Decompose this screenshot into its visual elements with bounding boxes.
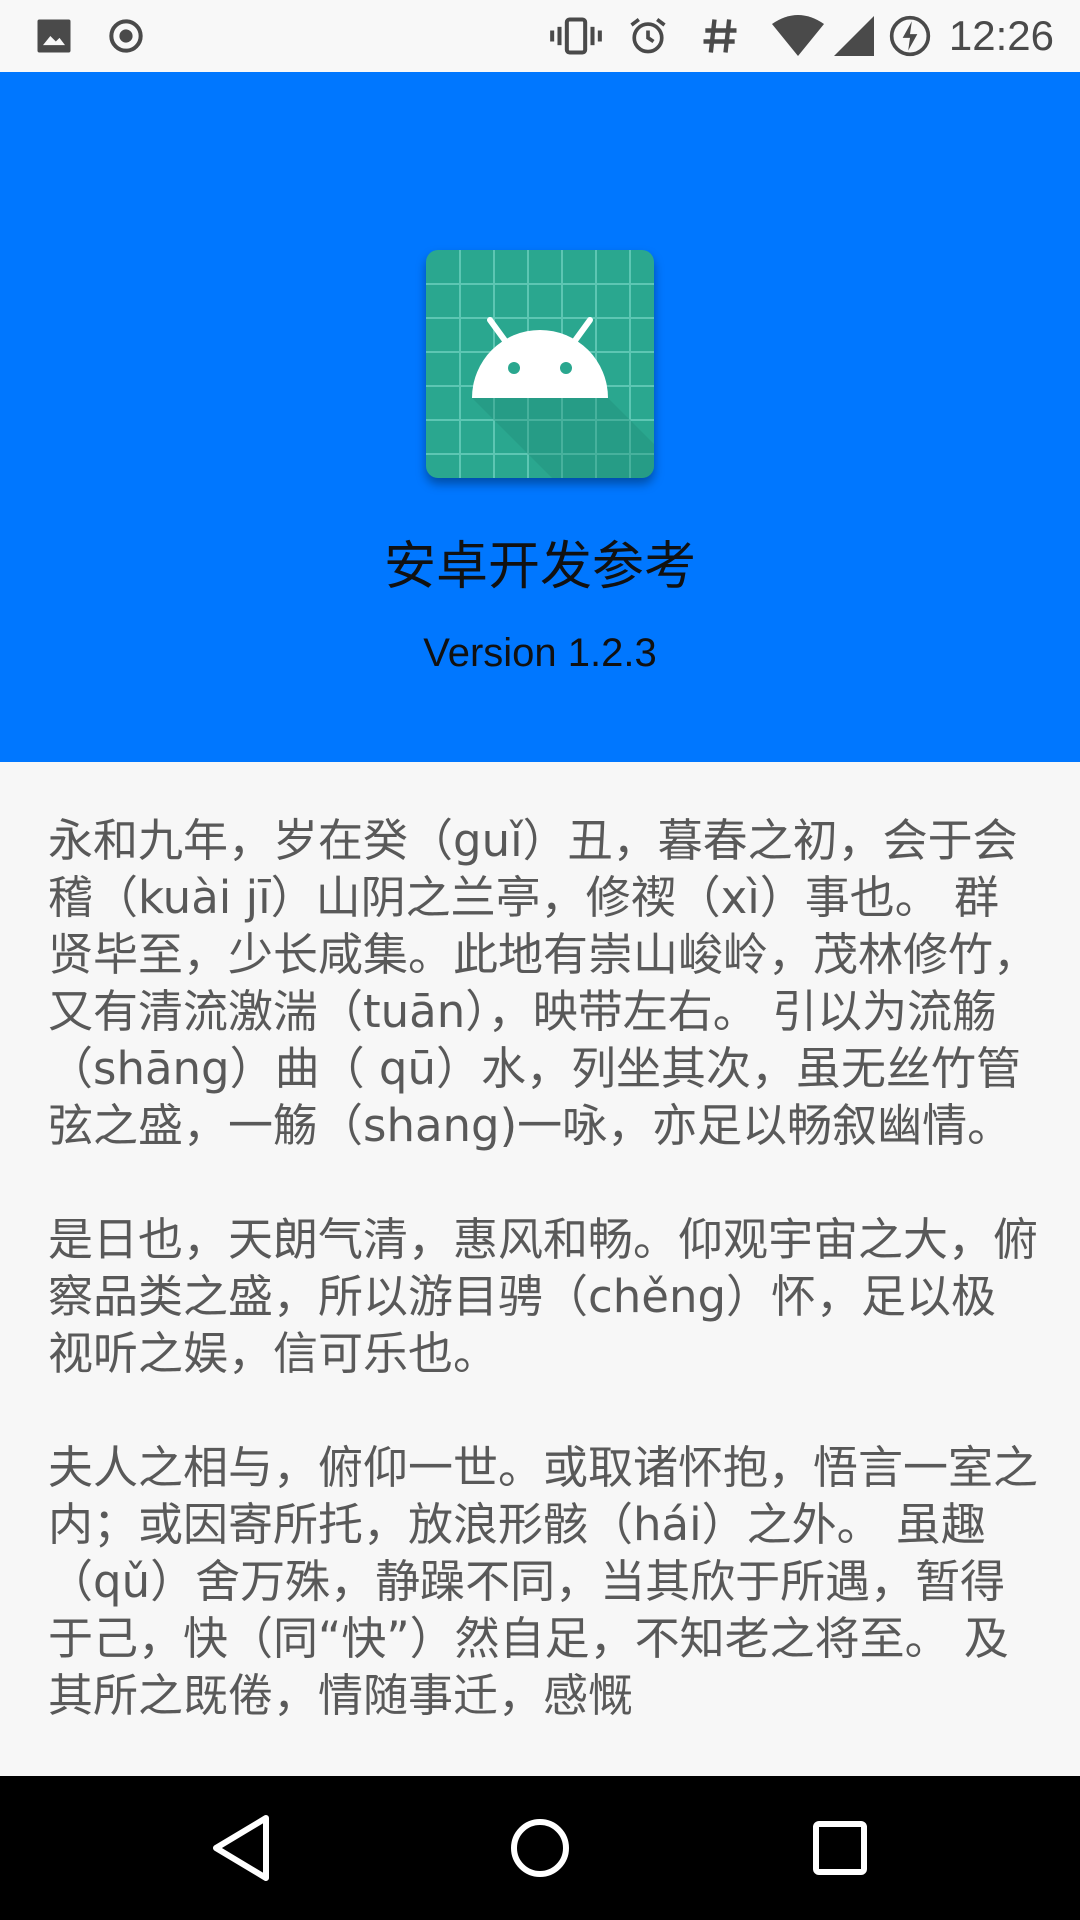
- recents-square-icon[interactable]: [798, 1806, 882, 1890]
- status-time: 12:26: [948, 12, 1054, 59]
- battery-charging-icon: [889, 15, 931, 57]
- app-name: 安卓开发参考: [383, 537, 696, 597]
- signal-icon: [834, 16, 874, 56]
- app-version: Version 1.2.3: [423, 631, 657, 675]
- paragraph: 永和九年，岁在癸（guǐ）丑，暮春之初，会于会稽（kuài jī）山阴之兰亭，修…: [48, 814, 1038, 1152]
- image-icon: [37, 19, 71, 53]
- radio-record-icon: [109, 19, 143, 53]
- vibrate-icon: [550, 17, 602, 55]
- paragraph: 是日也，天朗气清，惠风和畅。仰观宇宙之大，俯察品类之盛，所以游目骋（chěng）…: [48, 1213, 1038, 1380]
- home-circle-icon[interactable]: [498, 1806, 582, 1890]
- alarm-icon: [630, 18, 666, 54]
- wifi-icon: [772, 15, 824, 56]
- status-bar: 12:26: [0, 0, 1080, 72]
- android-app-icon: [426, 250, 654, 478]
- paragraph: 夫人之相与，俯仰一世。或取诸怀抱，悟言一室之内；或因寄所托，放浪形骸（hái）之…: [48, 1441, 1038, 1722]
- navigation-bar: [0, 1776, 1080, 1920]
- app-header: 安卓开发参考 Version 1.2.3: [0, 72, 1080, 762]
- article-content[interactable]: 永和九年，岁在癸（guǐ）丑，暮春之初，会于会稽（kuài jī）山阴之兰亭，修…: [48, 812, 1038, 1772]
- back-triangle-icon[interactable]: [200, 1806, 284, 1890]
- screen: 12:26 安卓开发参考 Version 1.2.3 永和九年，岁在癸（guǐ）…: [0, 0, 1080, 1920]
- hash-icon: [703, 19, 737, 53]
